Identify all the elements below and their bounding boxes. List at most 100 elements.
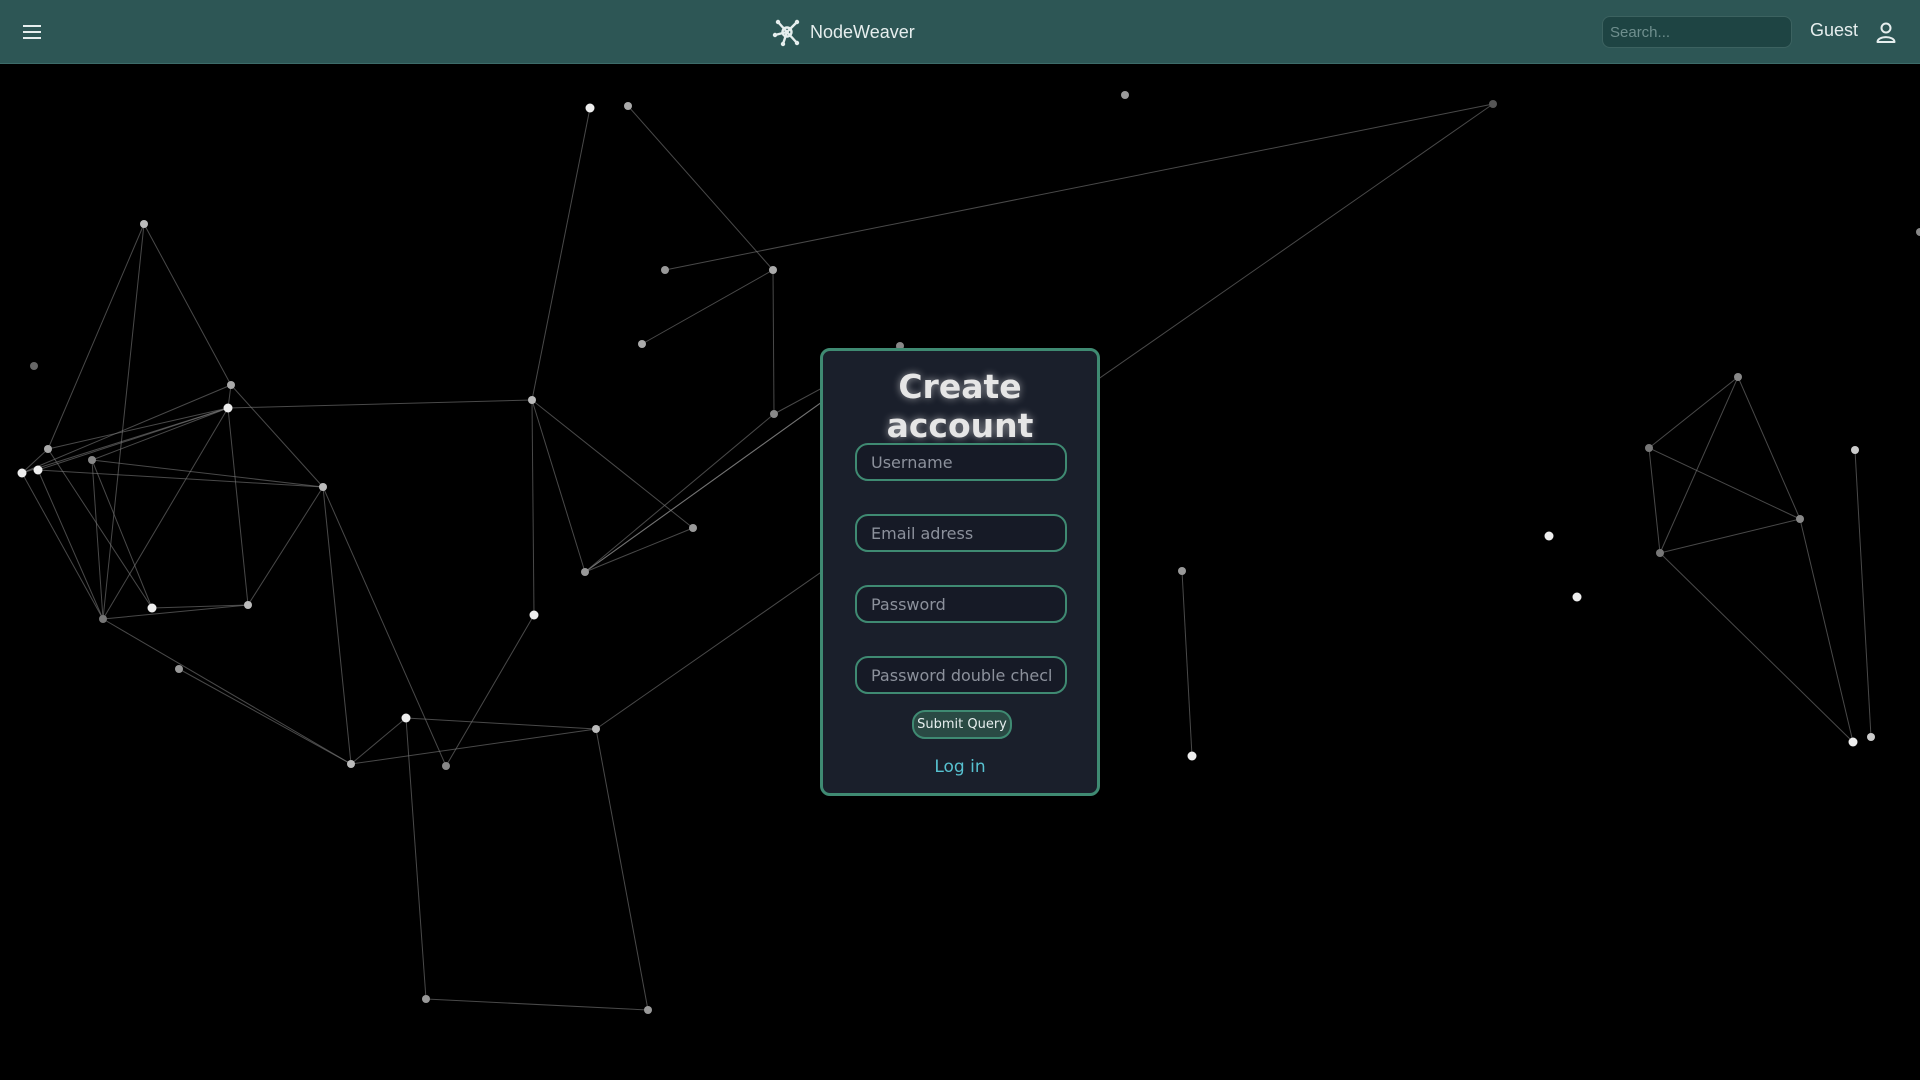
network-edge [102, 618, 352, 765]
network-node [661, 266, 669, 274]
network-edge [1181, 570, 1193, 757]
network-node [689, 524, 697, 532]
network-edge [178, 668, 352, 765]
network-node [1867, 733, 1875, 741]
network-node [175, 665, 183, 673]
network-edge [1648, 447, 1801, 520]
network-node [1187, 751, 1197, 761]
network-node [244, 601, 252, 609]
brand-logo[interactable]: NodeWeaver [772, 14, 915, 50]
network-node [1916, 228, 1920, 236]
network-node [88, 456, 96, 464]
network-node [99, 615, 107, 623]
network-edge [1737, 376, 1801, 520]
network-node [581, 568, 589, 576]
network-edge [531, 399, 694, 529]
network-edge [230, 384, 324, 488]
network-edge [405, 717, 597, 730]
search-input[interactable] [1602, 16, 1792, 48]
network-edge [322, 486, 352, 765]
network-edge [247, 486, 324, 606]
network-node [30, 362, 38, 370]
network-edge [425, 998, 649, 1011]
network-node [1489, 100, 1497, 108]
login-link[interactable]: Log in [823, 757, 1097, 777]
network-node [528, 396, 536, 404]
network-edge [405, 717, 427, 1000]
submit-button[interactable]: Submit Query [912, 710, 1012, 739]
user-name-label: Guest [1810, 20, 1859, 40]
network-edge [595, 728, 649, 1011]
network-edge [21, 384, 232, 474]
network-edge [47, 223, 145, 450]
network-node [1848, 737, 1858, 747]
network-edge [227, 399, 533, 409]
network-node [644, 1006, 652, 1014]
network-edge [641, 269, 774, 345]
network-edge [91, 459, 324, 488]
network-node [227, 381, 235, 389]
network-edge [584, 527, 694, 573]
network-edge [531, 399, 586, 573]
network-edge [143, 223, 232, 386]
form-title: Create account [886, 367, 1034, 445]
network-edge [1659, 552, 1854, 743]
network-edge [664, 103, 1494, 271]
user-icon[interactable] [1874, 20, 1898, 44]
network-node [17, 468, 27, 478]
network-node [319, 483, 327, 491]
network-node [1544, 531, 1554, 541]
network-node [769, 266, 777, 274]
network-edge [37, 469, 104, 620]
hamburger-menu-icon[interactable] [20, 20, 46, 44]
password-confirm-input[interactable] [855, 656, 1067, 694]
network-node [638, 340, 646, 348]
network-edge [322, 486, 447, 767]
network-edge [445, 614, 535, 767]
network-edge [1854, 449, 1872, 738]
network-node [44, 445, 52, 453]
network-edge [21, 472, 104, 620]
network-node [223, 403, 233, 413]
network-graph-icon [772, 17, 802, 47]
network-node [624, 102, 632, 110]
network-node [592, 725, 600, 733]
create-account-form: Create account Submit Query Log in [820, 348, 1100, 796]
network-node [1645, 444, 1653, 452]
network-node [1734, 373, 1742, 381]
network-edge [584, 413, 775, 573]
network-node [770, 410, 778, 418]
network-node [1796, 515, 1804, 523]
network-node [422, 995, 430, 1003]
network-edge [531, 107, 591, 401]
network-node [147, 603, 157, 613]
network-edge [350, 728, 597, 765]
network-edge [531, 399, 535, 616]
network-node [1572, 592, 1582, 602]
username-input[interactable] [855, 443, 1067, 481]
network-node [442, 762, 450, 770]
network-node [1178, 567, 1186, 575]
network-node [585, 103, 595, 113]
network-node [401, 713, 411, 723]
password-input[interactable] [855, 585, 1067, 623]
network-edge [1648, 376, 1739, 449]
network-edge [227, 407, 249, 606]
network-edge [627, 105, 774, 271]
network-node [1656, 549, 1664, 557]
app-name: NodeWeaver [810, 21, 915, 42]
network-node [347, 760, 355, 768]
network-node [33, 465, 43, 475]
network-edge [37, 407, 229, 471]
top-navigation-bar: NodeWeaver Guest [0, 0, 1920, 64]
network-node [1851, 446, 1859, 454]
network-edge [772, 269, 775, 415]
network-edge [1648, 447, 1661, 554]
network-edge [1659, 376, 1739, 554]
network-node [529, 610, 539, 620]
email-input[interactable] [855, 514, 1067, 552]
network-edge [37, 469, 324, 488]
network-edge [1659, 518, 1801, 554]
network-node [1121, 91, 1129, 99]
network-edge [1799, 518, 1854, 743]
